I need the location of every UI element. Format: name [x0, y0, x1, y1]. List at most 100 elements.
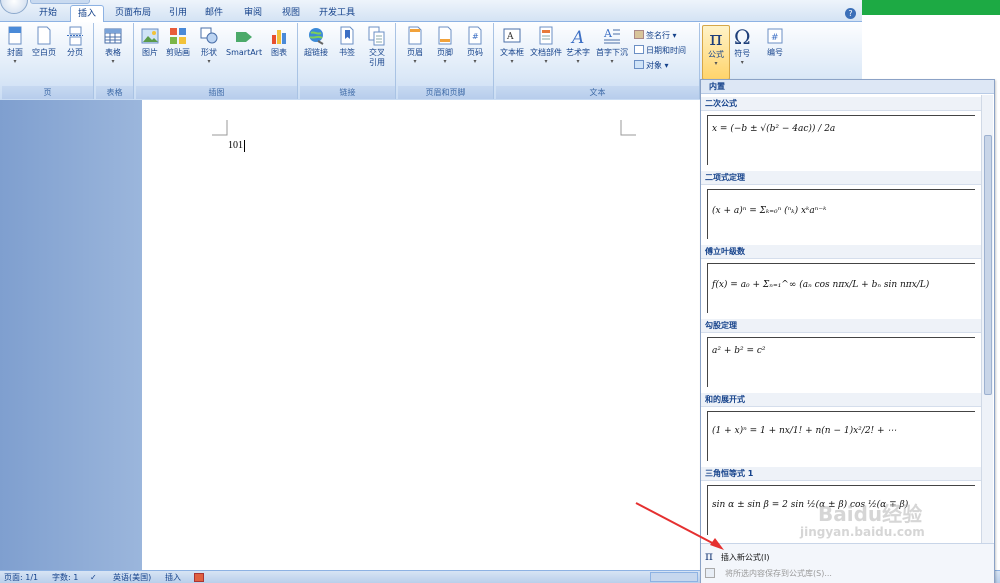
- gallery-footer: π 插入新公式(I) 将所选内容保存到公式库(S)...: [701, 543, 994, 583]
- page-break-icon: [67, 26, 83, 46]
- office-button[interactable]: [0, 0, 28, 14]
- group-pages-label: 页: [2, 86, 93, 99]
- gallery-item-binomial[interactable]: 二项式定理 (x + a)ⁿ = Σₖ₌₀ⁿ (ⁿₖ) xᵏaⁿ⁻ᵏ: [701, 171, 981, 239]
- quick-access-toolbar[interactable]: [30, 0, 90, 4]
- blank-page-button[interactable]: 空白页: [32, 26, 56, 58]
- omega-icon: Ω: [734, 25, 751, 49]
- insert-mode[interactable]: 插入: [165, 572, 181, 583]
- signature-line-button[interactable]: 签名行 ▾: [634, 30, 677, 41]
- numbering-button[interactable]: # 编号: [766, 26, 784, 58]
- document-text[interactable]: 101: [228, 140, 245, 152]
- equation-label: 公式: [708, 50, 724, 59]
- object-button[interactable]: 对象 ▾: [634, 60, 669, 71]
- language[interactable]: 英语(美国): [113, 572, 151, 583]
- view-buttons[interactable]: [650, 572, 698, 582]
- gallery-scroll-thumb[interactable]: [984, 135, 992, 395]
- gallery-item-title: 勾股定理: [701, 319, 981, 333]
- group-links-label: 链接: [300, 86, 395, 99]
- shapes-button[interactable]: 形状 ▾: [200, 26, 218, 66]
- object-icon: [634, 60, 644, 69]
- cover-page-button[interactable]: 封面 ▾: [6, 26, 24, 66]
- group-illustrations-label: 插图: [136, 86, 297, 99]
- svg-text:#: #: [771, 33, 779, 43]
- numbering-label: 编号: [767, 48, 783, 57]
- word-count[interactable]: 字数: 1: [52, 572, 78, 583]
- save-gallery-icon: [705, 568, 715, 578]
- tab-page-layout[interactable]: 页面布局: [108, 5, 158, 22]
- svg-text:A: A: [570, 28, 584, 46]
- table-label: 表格: [105, 48, 121, 57]
- document-background-left: [0, 100, 142, 570]
- drop-cap-icon: A: [603, 27, 620, 44]
- picture-icon: [141, 28, 159, 44]
- tab-home[interactable]: 开始: [32, 5, 64, 22]
- gallery-item-pythagorean[interactable]: 勾股定理 a² + b² = c²: [701, 319, 981, 387]
- gallery-item-quadratic[interactable]: 二次公式 x = (−b ± √(b² − 4ac)) / 2a: [701, 97, 981, 165]
- bookmark-button[interactable]: 书签: [338, 26, 356, 58]
- shapes-icon: [200, 27, 218, 44]
- textbox-label: 文本框: [500, 48, 524, 57]
- page-count[interactable]: 页面: 1/1: [4, 572, 38, 583]
- cross-reference-button[interactable]: 交叉 引用: [368, 26, 386, 68]
- globe-link-icon: [309, 28, 324, 45]
- equation-button[interactable]: π 公式 ▾: [702, 25, 730, 80]
- crop-mark-top-left: [212, 120, 228, 136]
- blank-page-label: 空白页: [32, 48, 56, 57]
- wordart-button[interactable]: A 艺术字 ▾: [566, 26, 590, 66]
- chart-icon: [272, 30, 286, 44]
- tab-references[interactable]: 引用: [162, 5, 194, 22]
- footer-label: 页脚: [437, 48, 453, 57]
- save-selection-item: 将所选内容保存到公式库(S)...: [705, 566, 832, 582]
- watermark-brand: Baidu经验: [818, 502, 923, 526]
- tab-mailings[interactable]: 邮件: [198, 5, 230, 22]
- footer-button[interactable]: 页脚 ▾: [436, 26, 454, 66]
- hyperlink-label: 超链接: [304, 48, 328, 57]
- gallery-item-sum-expansion[interactable]: 和的展开式 (1 + x)ⁿ = 1 + nx/1! + n(n − 1)x²/…: [701, 393, 981, 461]
- symbol-button[interactable]: Ω 符号 ▾: [734, 25, 751, 67]
- gallery-item-trig-identity[interactable]: 三角恒等式 1 sin α ± sin β = 2 sin ½(α ± β) c…: [701, 467, 981, 535]
- group-illustrations: 图片 剪贴画 形状 ▾ SmartArt 图表 插图: [136, 23, 298, 99]
- tab-review[interactable]: 审阅: [237, 5, 269, 22]
- tab-developer[interactable]: 开发工具: [312, 5, 362, 22]
- gallery-item-title: 二次公式: [701, 97, 981, 111]
- gallery-item-title: 傅立叶级数: [701, 245, 981, 259]
- table-button[interactable]: 表格 ▾: [104, 26, 122, 66]
- help-icon[interactable]: ?: [845, 8, 856, 19]
- save-selection-label: 将所选内容保存到公式库(S)...: [725, 569, 832, 578]
- insert-new-equation-label: 插入新公式(I): [720, 553, 770, 562]
- group-header-footer-label: 页眉和页脚: [398, 86, 493, 99]
- insert-new-equation-item[interactable]: π 插入新公式(I): [705, 548, 770, 564]
- hyperlink-button[interactable]: 超链接: [304, 26, 328, 58]
- quick-parts-button[interactable]: 文档部件 ▾: [530, 26, 562, 66]
- group-tables-label: 表格: [96, 86, 133, 99]
- tab-view[interactable]: 视图: [275, 5, 307, 22]
- cover-page-label: 封面: [7, 48, 23, 57]
- gallery-item-title: 二项式定理: [701, 171, 981, 185]
- macro-icon[interactable]: [194, 573, 204, 582]
- clipart-icon: [170, 28, 186, 44]
- cover-page-icon: [8, 26, 22, 45]
- gallery-item-formula: (1 + x)ⁿ = 1 + nx/1! + n(n − 1)x²/2! + ⋯: [707, 411, 975, 461]
- wordart-label: 艺术字: [566, 48, 590, 57]
- page-break-button[interactable]: 分页: [66, 26, 84, 58]
- gallery-item-title: 三角恒等式 1: [701, 467, 981, 481]
- gallery-item-fourier[interactable]: 傅立叶级数 f(x) = a₀ + Σₙ₌₁^∞ (aₙ cos nπx/L +…: [701, 245, 981, 313]
- smartart-button[interactable]: SmartArt: [226, 26, 262, 58]
- clipart-button[interactable]: 剪贴画: [166, 26, 190, 58]
- page-number-button[interactable]: # 页码 ▾: [466, 26, 484, 66]
- wordart-icon: A: [570, 28, 584, 46]
- gallery-scrollbar[interactable]: [981, 95, 993, 543]
- drop-cap-button[interactable]: A 首字下沉 ▾: [596, 26, 628, 66]
- chart-button[interactable]: 图表: [270, 26, 288, 58]
- date-time-button[interactable]: 日期和时间: [634, 45, 686, 56]
- proofing-icon[interactable]: ✓: [90, 572, 97, 583]
- tab-insert[interactable]: 插入: [70, 5, 105, 23]
- header-button[interactable]: 页眉 ▾: [406, 26, 424, 66]
- chart-label: 图表: [271, 48, 287, 57]
- document-page[interactable]: 101: [142, 100, 700, 570]
- cross-reference-label-2: 引用: [369, 58, 385, 67]
- picture-button[interactable]: 图片: [141, 26, 159, 58]
- date-time-label: 日期和时间: [646, 46, 686, 55]
- textbox-button[interactable]: A 文本框 ▾: [500, 26, 524, 66]
- bookmark-label: 书签: [339, 48, 355, 57]
